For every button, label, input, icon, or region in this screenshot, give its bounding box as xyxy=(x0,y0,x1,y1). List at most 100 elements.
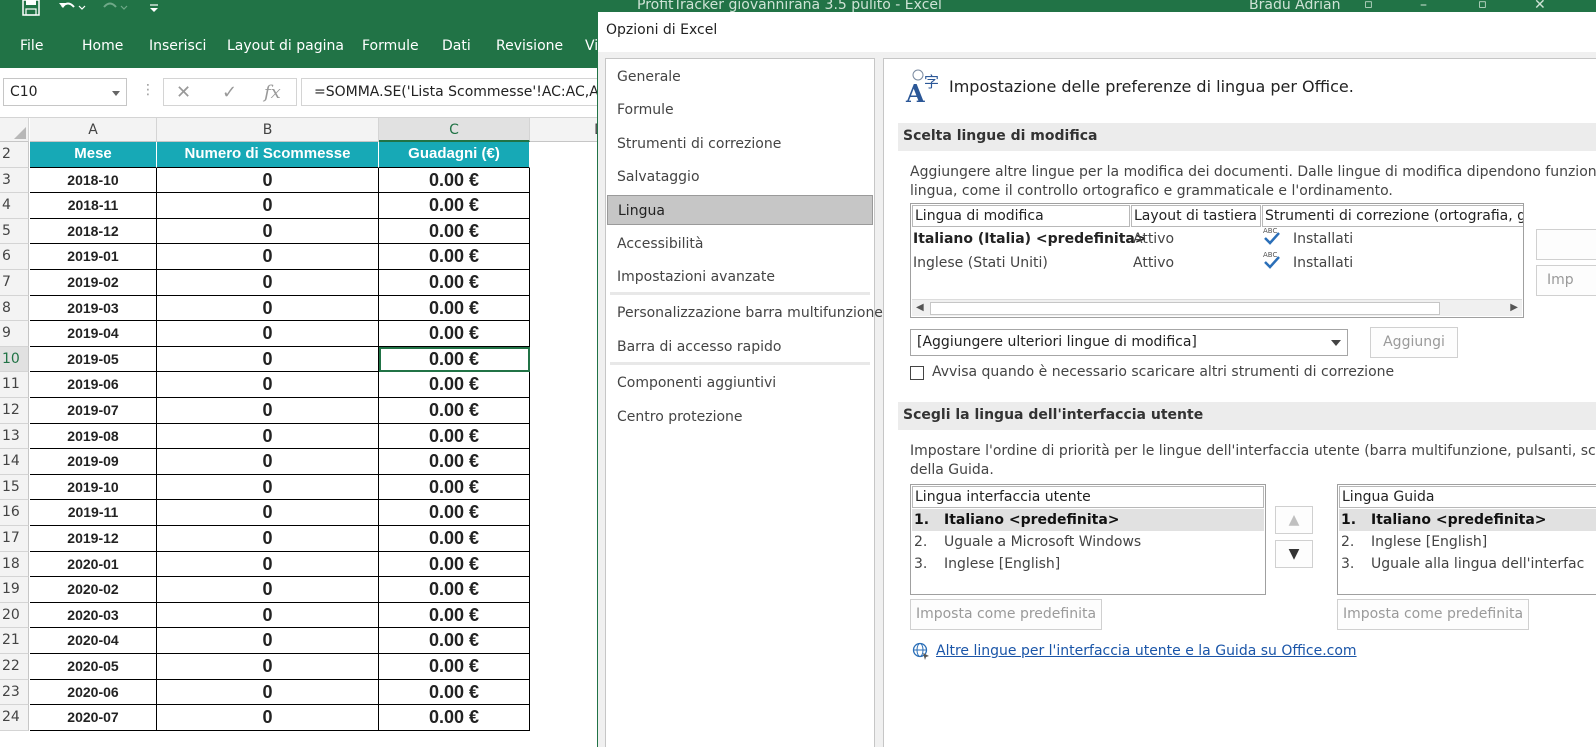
aggiungi-button[interactable]: Aggiungi xyxy=(1370,327,1458,358)
table-cell-mese[interactable]: 2019-11 xyxy=(30,500,157,526)
redo-icon[interactable] xyxy=(100,0,128,18)
row-header[interactable]: 24 xyxy=(0,705,29,731)
column-header-layout[interactable]: Layout di tastiera xyxy=(1131,205,1261,227)
table-cell-guadagni[interactable]: 0.00 € xyxy=(379,551,530,578)
table-cell-guadagni[interactable]: 0.00 € xyxy=(379,654,530,680)
tab-layout-di-pagina[interactable]: Layout di pagina xyxy=(227,38,344,54)
table-cell-guadagni[interactable]: 0.00 € xyxy=(379,602,530,629)
row-header[interactable]: 8 xyxy=(0,295,29,322)
set-default-help-button[interactable]: Imposta come predefinita xyxy=(1337,599,1529,630)
table-cell-guadagni[interactable]: 0.00 € xyxy=(379,423,530,450)
nav-item-impostazioni-avanzate[interactable]: Impostazioni avanzate xyxy=(607,262,873,292)
tab-revisione[interactable]: Revisione xyxy=(496,38,563,54)
scroll-left-icon[interactable]: ◀ xyxy=(916,302,924,313)
table-header-mese[interactable]: Mese xyxy=(30,142,157,168)
row-header[interactable]: 3 xyxy=(0,167,29,194)
table-cell-numero[interactable]: 0 xyxy=(157,398,379,424)
table-cell-numero[interactable]: 0 xyxy=(157,551,379,578)
table-cell-mese[interactable]: 2018-11 xyxy=(30,193,157,219)
side-button-blank[interactable] xyxy=(1536,229,1596,260)
nav-item-centro-protezione[interactable]: Centro protezione xyxy=(607,402,873,432)
table-cell-guadagni[interactable]: 0.00 € xyxy=(379,372,530,398)
scrollbar-thumb[interactable] xyxy=(930,302,1440,315)
nav-item-componenti-aggiuntivi[interactable]: Componenti aggiuntivi xyxy=(607,368,873,398)
cancel-formula-icon[interactable]: ✕ xyxy=(176,82,191,103)
column-header-ui-language[interactable]: Lingua interfaccia utente xyxy=(912,486,1264,508)
formula-bar-grip-icon[interactable]: ⋮ xyxy=(141,82,155,98)
table-cell-mese[interactable]: 2020-02 xyxy=(30,577,157,603)
nav-item-salvataggio[interactable]: Salvataggio xyxy=(607,162,873,192)
column-header-b[interactable]: B xyxy=(157,118,379,142)
row-header[interactable]: 2 xyxy=(0,142,29,168)
row-header[interactable]: 13 xyxy=(0,423,29,450)
nav-item-personalizzazione-barra-multifunzione[interactable]: Personalizzazione barra multifunzione xyxy=(607,298,883,328)
table-cell-numero[interactable]: 0 xyxy=(157,679,379,706)
row-header[interactable]: 14 xyxy=(0,449,29,475)
table-cell-guadagni[interactable]: 0.00 € xyxy=(379,295,530,322)
row-header[interactable]: 19 xyxy=(0,577,29,603)
table-cell-numero[interactable]: 0 xyxy=(157,705,379,731)
table-cell-mese[interactable]: 2019-08 xyxy=(30,423,157,450)
scroll-right-icon[interactable]: ▶ xyxy=(1510,302,1518,313)
table-cell-mese[interactable]: 2020-04 xyxy=(30,628,157,654)
tab-dati[interactable]: Dati xyxy=(442,38,471,54)
table-cell-guadagni[interactable]: 0.00 € xyxy=(379,474,530,501)
row-header[interactable]: 17 xyxy=(0,526,29,552)
tab-formule[interactable]: Formule xyxy=(362,38,419,54)
table-cell-mese[interactable]: 2019-06 xyxy=(30,372,157,398)
table-cell-numero[interactable]: 0 xyxy=(157,602,379,629)
table-cell-numero[interactable]: 0 xyxy=(157,526,379,552)
undo-icon[interactable] xyxy=(58,0,86,18)
save-icon[interactable] xyxy=(22,0,40,18)
row-header[interactable]: 9 xyxy=(0,321,29,347)
horizontal-scrollbar[interactable]: ◀ ▶ xyxy=(912,299,1522,316)
table-cell-mese[interactable]: 2020-05 xyxy=(30,654,157,680)
list-item[interactable]: Inglese (Stati Uniti) Attivo ABC Install… xyxy=(913,251,1523,274)
list-item[interactable]: Italiano (Italia) <predefinita> Attivo A… xyxy=(913,227,1523,250)
row-header[interactable]: 23 xyxy=(0,679,29,706)
list-item[interactable]: 2. Inglese [English] xyxy=(1339,531,1596,553)
worksheet-grid[interactable]: ABCD 2MeseNumero di ScommesseGuadagni (€… xyxy=(0,118,620,747)
table-cell-guadagni[interactable]: 0.00 € xyxy=(379,167,530,194)
customize-toolbar-icon[interactable] xyxy=(148,0,160,18)
table-cell-guadagni[interactable]: 0.00 € xyxy=(379,193,530,219)
tab-inserisci[interactable]: Inserisci xyxy=(149,38,206,54)
table-cell-mese[interactable]: 2019-04 xyxy=(30,321,157,347)
row-header[interactable]: 18 xyxy=(0,551,29,578)
table-cell-guadagni[interactable]: 0.00 € xyxy=(379,577,530,603)
row-header[interactable]: 21 xyxy=(0,628,29,654)
column-header-strumenti[interactable]: Strumenti di correzione (ortografia, gra… xyxy=(1262,205,1523,227)
table-cell-guadagni[interactable]: 0.00 € xyxy=(379,270,530,296)
table-cell-mese[interactable]: 2019-02 xyxy=(30,270,157,296)
row-header[interactable]: 4 xyxy=(0,193,29,219)
table-cell-guadagni[interactable]: 0.00 € xyxy=(379,346,530,373)
table-cell-numero[interactable]: 0 xyxy=(157,244,379,270)
nav-item-barra-di-accesso-rapido[interactable]: Barra di accesso rapido xyxy=(607,332,873,362)
table-cell-numero[interactable]: 0 xyxy=(157,500,379,526)
table-cell-mese[interactable]: 2019-05 xyxy=(30,346,157,373)
tab-home[interactable]: Home xyxy=(82,38,123,54)
table-cell-guadagni[interactable]: 0.00 € xyxy=(379,628,530,654)
row-header[interactable]: 22 xyxy=(0,654,29,680)
column-header-a[interactable]: A xyxy=(30,118,157,142)
list-item[interactable]: 1. Italiano <predefinita> xyxy=(1339,509,1596,531)
table-cell-numero[interactable]: 0 xyxy=(157,218,379,245)
table-cell-numero[interactable]: 0 xyxy=(157,270,379,296)
row-header[interactable]: 16 xyxy=(0,500,29,526)
table-cell-mese[interactable]: 2020-03 xyxy=(30,602,157,629)
add-language-combo[interactable]: [Aggiungere ulteriori lingue di modifica… xyxy=(910,329,1348,356)
column-header-lingua[interactable]: Lingua di modifica xyxy=(912,205,1130,227)
table-cell-mese[interactable]: 2018-10 xyxy=(30,167,157,194)
column-header-c[interactable]: C xyxy=(379,118,530,142)
list-item[interactable]: 3. Uguale alla lingua dell'interfac xyxy=(1339,553,1596,575)
table-cell-numero[interactable]: 0 xyxy=(157,577,379,603)
table-cell-mese[interactable]: 2020-07 xyxy=(30,705,157,731)
name-box[interactable]: C10 xyxy=(3,78,127,106)
row-header[interactable]: 7 xyxy=(0,270,29,296)
row-header[interactable]: 5 xyxy=(0,218,29,245)
table-cell-numero[interactable]: 0 xyxy=(157,628,379,654)
help-language-list[interactable]: Lingua Guida 1. Italiano <predefinita> 2. I… xyxy=(1337,484,1596,595)
table-cell-mese[interactable]: 2019-01 xyxy=(30,244,157,270)
table-cell-guadagni[interactable]: 0.00 € xyxy=(379,449,530,475)
table-cell-guadagni[interactable]: 0.00 € xyxy=(379,679,530,706)
